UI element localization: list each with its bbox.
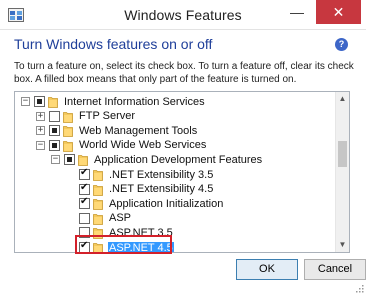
feature-checkbox[interactable] [79, 212, 90, 224]
resize-grip-icon[interactable] [356, 285, 364, 293]
tree-item[interactable]: − Internet Information Services [21, 94, 206, 109]
page-title: Turn Windows features on or off [14, 36, 213, 52]
feature-label: Application Development Features [94, 153, 263, 166]
title-bar: Windows Features — ✕ [0, 0, 366, 30]
feature-checkbox[interactable] [79, 167, 90, 180]
feature-checkbox[interactable] [79, 196, 90, 210]
feature-checkbox[interactable] [64, 154, 75, 166]
tree-item[interactable]: ASP [79, 211, 132, 226]
vertical-scrollbar[interactable]: ▲ ▼ [335, 92, 349, 252]
expand-icon[interactable]: + [36, 126, 45, 136]
feature-label: ASP [109, 212, 132, 225]
tree-item[interactable]: − World Wide Web Services [36, 138, 207, 153]
feature-label: FTP Server [79, 110, 136, 123]
folder-icon [93, 197, 103, 211]
feature-label: Internet Information Services [64, 95, 205, 108]
scrollbar-thumb[interactable] [338, 141, 347, 167]
feature-checkbox[interactable] [79, 182, 90, 195]
minimize-button[interactable]: — [283, 0, 311, 24]
feature-label: World Wide Web Services [79, 139, 207, 152]
feature-checkbox[interactable] [34, 96, 45, 107]
feature-checkbox[interactable] [49, 125, 60, 137]
instructions-text: To turn a feature on, select its check b… [14, 61, 354, 85]
ok-button[interactable]: OK [236, 259, 298, 280]
scroll-up-icon[interactable]: ▲ [336, 92, 349, 106]
tree-item[interactable]: .NET Extensibility 4.5 [79, 182, 214, 197]
folder-icon [93, 183, 103, 196]
folder-icon [78, 153, 88, 167]
folder-icon [63, 124, 73, 138]
feature-label: Application Initialization [109, 197, 224, 210]
tree-item[interactable]: Application Initialization [79, 196, 224, 211]
expand-icon[interactable]: + [36, 111, 45, 121]
tree-item[interactable]: .NET Extensibility 3.5 [79, 167, 214, 182]
tree-item[interactable]: + Web Management Tools [36, 123, 198, 138]
folder-icon [93, 212, 103, 225]
collapse-icon[interactable]: − [36, 140, 45, 150]
close-button[interactable]: ✕ [316, 0, 361, 24]
help-icon[interactable]: ? [335, 38, 348, 51]
feature-checkbox[interactable] [49, 110, 60, 122]
folder-icon [63, 110, 73, 123]
highlight-annotation [75, 235, 172, 254]
features-tree[interactable]: ASP.NET 4.5ASP.NET 3.5ASPApplication Ini… [14, 91, 350, 253]
feature-checkbox[interactable] [49, 139, 60, 151]
collapse-icon[interactable]: − [51, 155, 60, 165]
tree-item[interactable]: + FTP Server [36, 109, 136, 124]
collapse-icon[interactable]: − [21, 97, 30, 106]
window-title: Windows Features [124, 7, 242, 23]
feature-label: .NET Extensibility 3.5 [109, 168, 214, 181]
folder-icon [93, 168, 103, 181]
folder-icon [48, 95, 58, 108]
feature-label: .NET Extensibility 4.5 [109, 183, 214, 196]
cancel-button[interactable]: Cancel [304, 259, 366, 280]
folder-icon [63, 139, 73, 152]
tree-item[interactable]: − Application Development Features [51, 152, 263, 167]
feature-label: Web Management Tools [79, 124, 198, 137]
scroll-down-icon[interactable]: ▼ [336, 238, 349, 252]
